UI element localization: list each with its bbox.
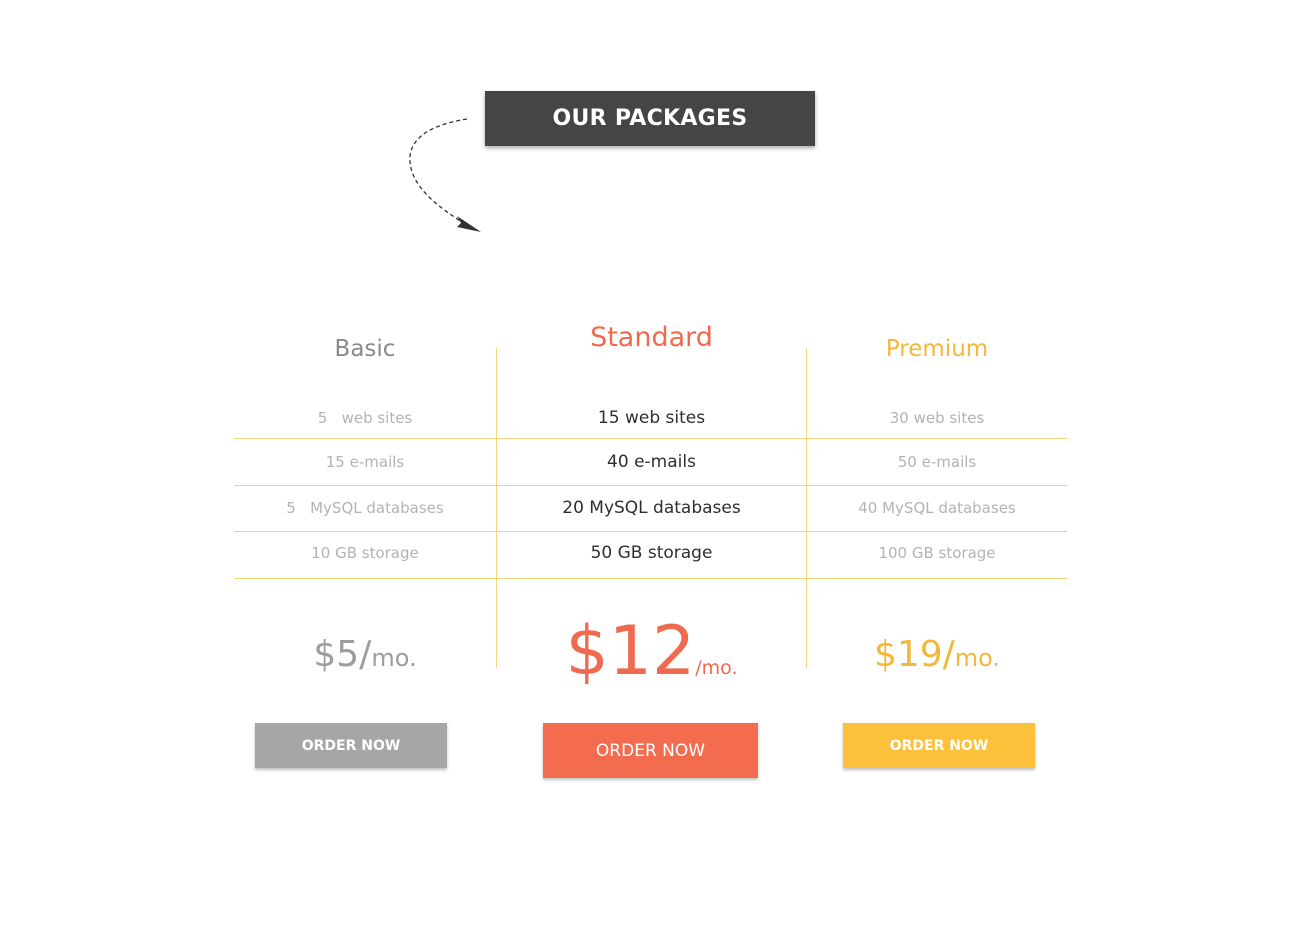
feature-databases: 5 MySQL databases xyxy=(286,499,444,517)
feature-databases: 40 MySQL databases xyxy=(858,499,1016,517)
button-label: ORDER NOW xyxy=(301,737,401,754)
plan-premium: Premium 30 web sites 50 e-mails 40 MySQL… xyxy=(807,0,1067,944)
plan-title: Premium xyxy=(885,336,989,362)
feature-web-sites: 15 web sites xyxy=(597,408,706,428)
button-label: ORDER NOW xyxy=(889,737,989,754)
plan-price: $12/mo. xyxy=(497,612,806,691)
button-label: ORDER NOW xyxy=(595,740,706,761)
price-period: mo. xyxy=(954,644,1001,672)
feature-storage: 100 GB storage xyxy=(878,544,996,562)
plan-title: Basic xyxy=(334,336,396,362)
feature-storage: 50 GB storage xyxy=(590,543,713,563)
order-now-button-basic[interactable]: ORDER NOW xyxy=(255,723,447,768)
order-now-button-premium[interactable]: ORDER NOW xyxy=(843,723,1035,768)
plan-standard: Standard 15 web sites 40 e-mails 20 MySQ… xyxy=(497,0,806,944)
plan-basic: Basic 5 web sites 15 e-mails 5 MySQL dat… xyxy=(234,0,496,944)
price-amount: $5/ xyxy=(313,634,372,675)
feature-storage: 10 GB storage xyxy=(311,544,419,562)
price-period: /mo. xyxy=(695,657,738,679)
price-amount: $12 xyxy=(565,612,696,691)
feature-emails: 15 e-mails xyxy=(325,453,405,471)
feature-emails: 40 e-mails xyxy=(607,452,696,472)
feature-emails: 50 e-mails xyxy=(897,453,977,471)
plan-price: $19/mo. xyxy=(807,634,1067,675)
plan-title: Standard xyxy=(590,322,713,353)
feature-web-sites: 5 web sites xyxy=(317,409,413,427)
order-now-button-standard[interactable]: ORDER NOW xyxy=(543,723,758,778)
plan-price: $5/mo. xyxy=(234,634,496,675)
price-period: mo. xyxy=(371,644,417,672)
price-amount: $19/ xyxy=(873,634,955,675)
feature-databases: 20 MySQL databases xyxy=(562,498,741,518)
feature-web-sites: 30 web sites xyxy=(889,409,985,427)
